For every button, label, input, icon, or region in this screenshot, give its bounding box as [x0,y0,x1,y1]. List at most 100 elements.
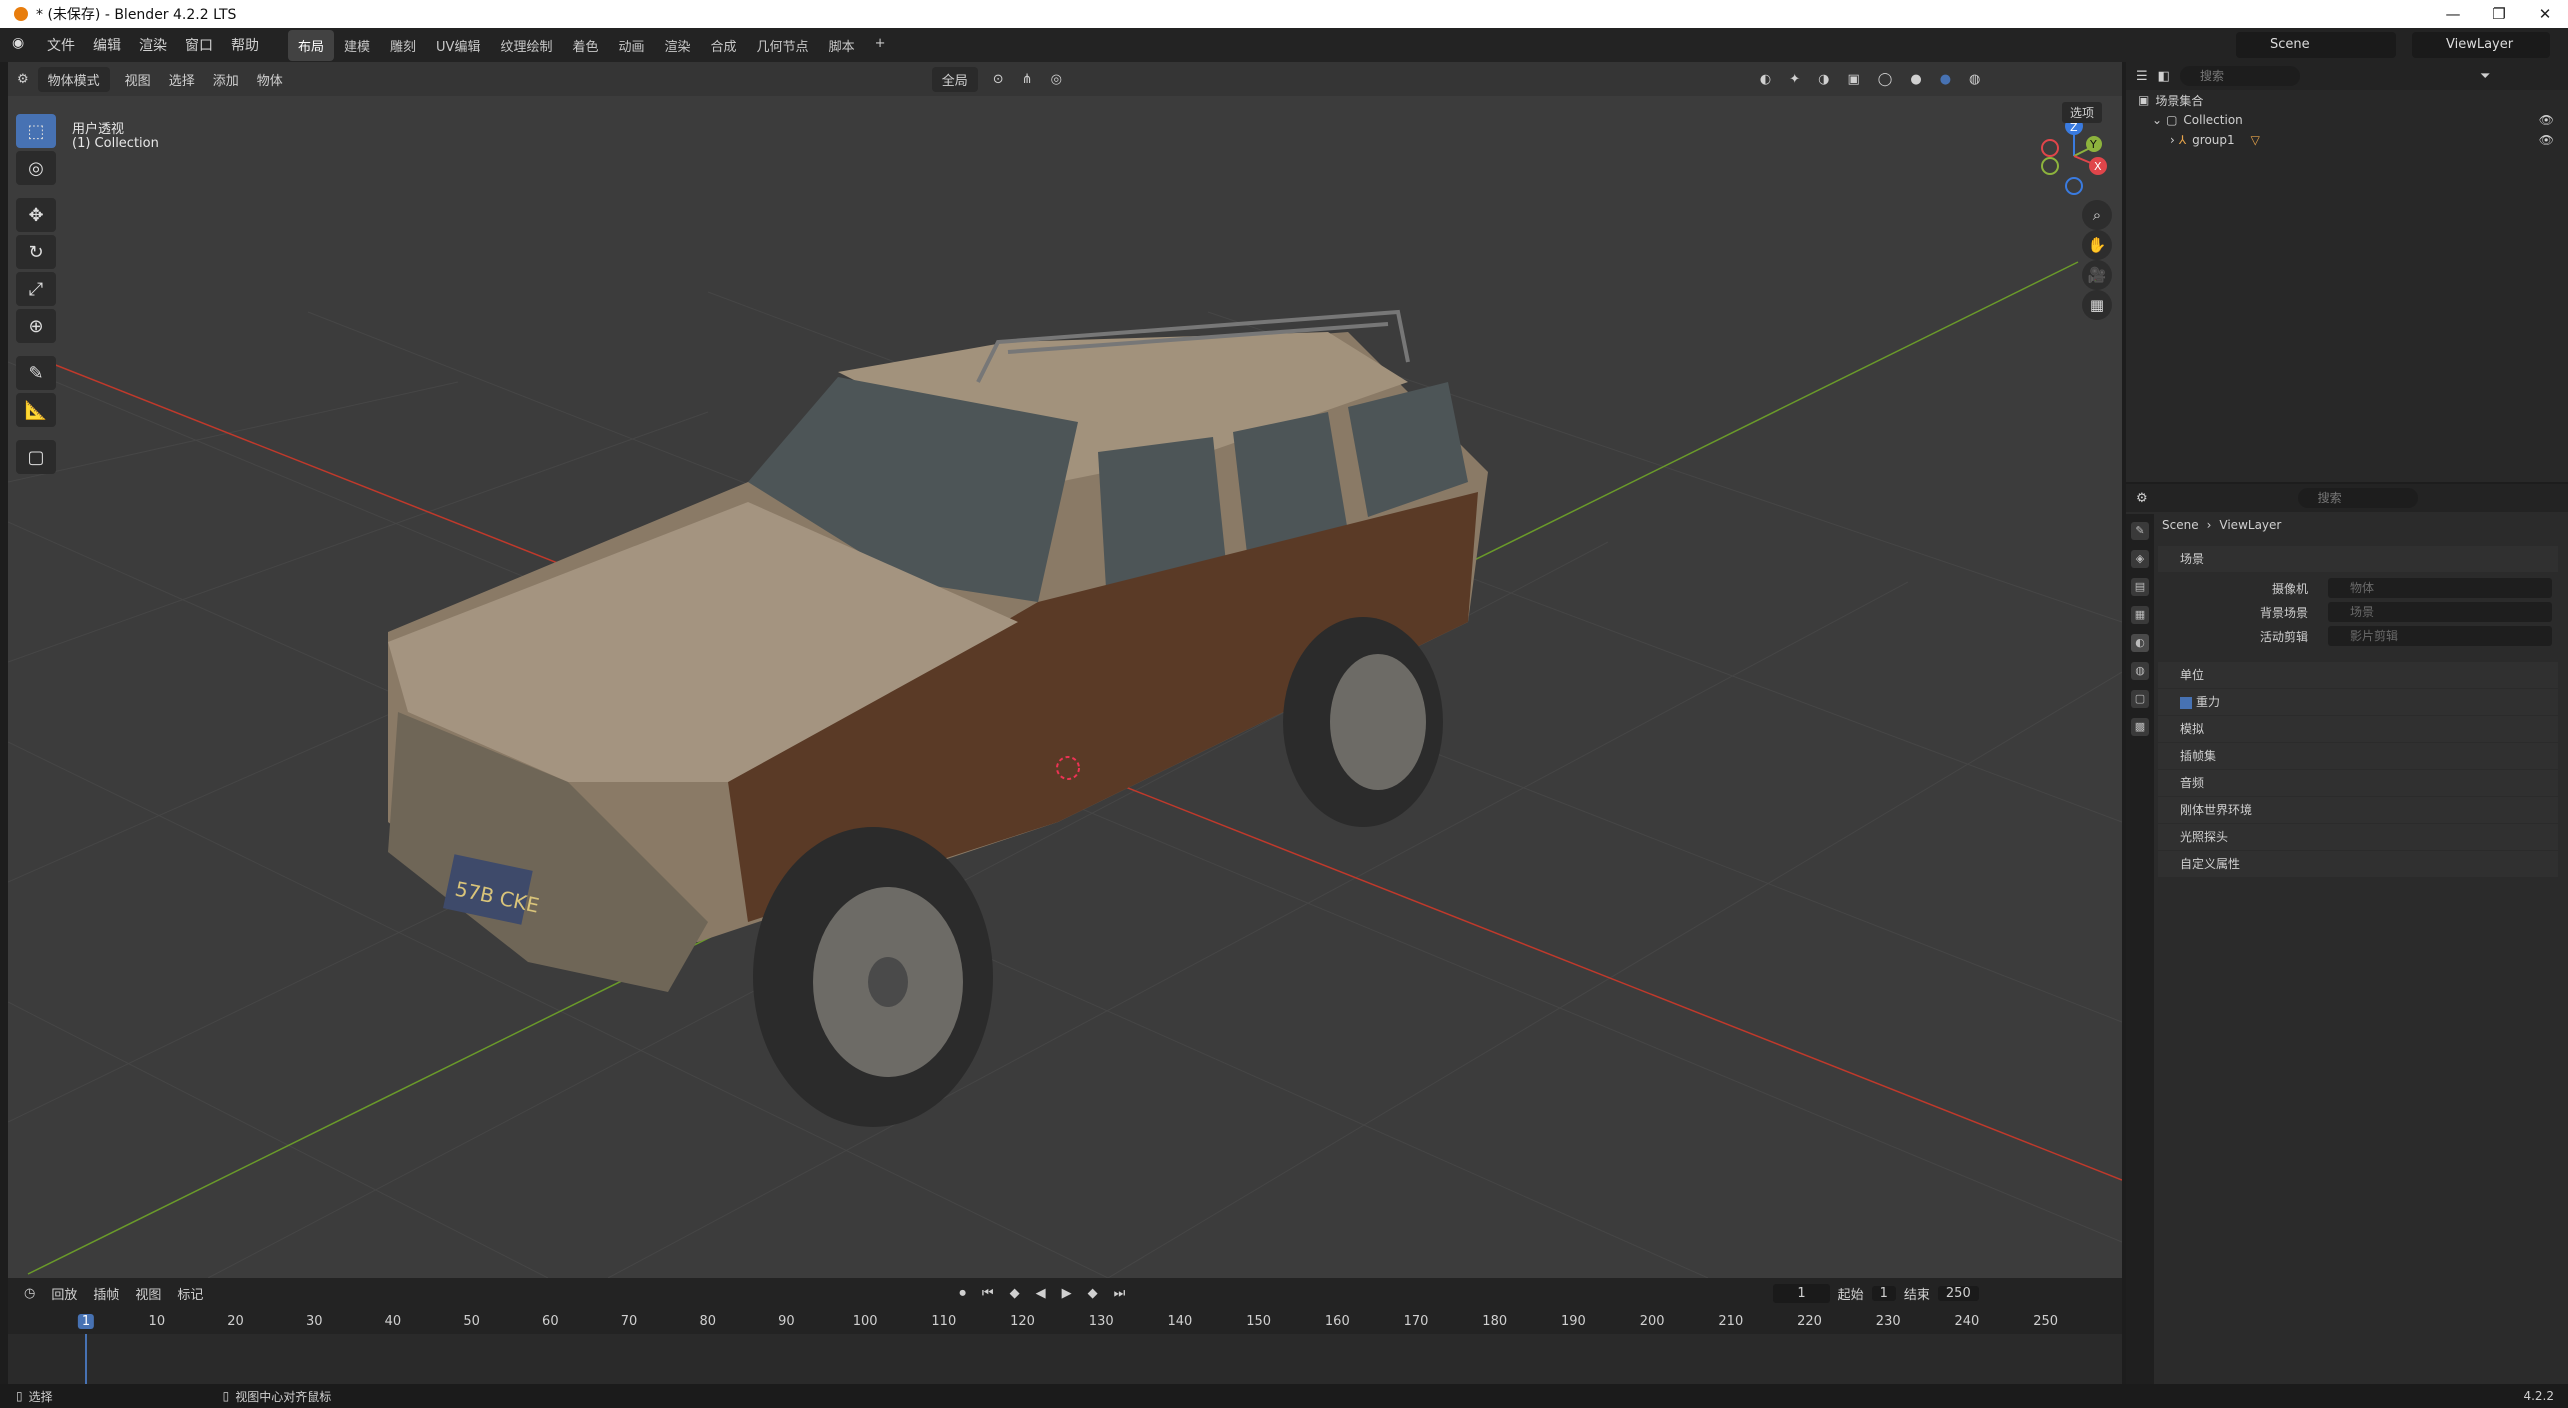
blender-menu-icon[interactable]: ◉ [12,35,38,55]
3d-viewport[interactable]: 57B CKE Z Y X ⚙ 物体模式 视图 选择 添加 物体 全局 ⊙ ⋔ … [8,62,2122,1278]
shading-solid-icon[interactable]: ● [1901,72,1930,87]
viewlayer-selector[interactable]: ViewLayer [2412,32,2550,58]
active-clip-field[interactable]: 影片剪辑 [2328,626,2552,646]
scene-selector[interactable]: Scene [2236,32,2396,58]
current-frame-field[interactable]: 1 [1773,1283,1830,1303]
navigation-gizmo[interactable]: Z Y X [2041,117,2107,195]
tab-geometry-nodes[interactable]: 几何节点 [747,30,819,61]
mode-selector[interactable]: 物体模式 [37,66,110,92]
tab-layout[interactable]: 布局 [288,29,335,61]
playhead-line[interactable] [85,1334,87,1388]
simulation-panel[interactable]: 模拟 [2158,716,2558,742]
scene-collection-row[interactable]: ▣ 场景集合 [2126,90,2568,110]
camera-field[interactable]: 物体 [2328,578,2552,598]
measure-tool-icon[interactable]: 📐 [16,393,56,427]
gravity-panel[interactable]: 重力 [2158,689,2558,715]
visibility-eye-icon[interactable]: 👁 [2539,113,2554,127]
perspective-toggle-icon[interactable]: ▦ [2082,290,2112,320]
xray-icon[interactable]: ▣ [1839,72,1869,87]
rotate-tool-icon[interactable]: ↻ [16,235,56,269]
select-box-icon[interactable]: ⬚ [16,114,56,148]
add-cube-tool-icon[interactable]: ▢ [16,440,56,474]
menu-edit[interactable]: 编辑 [84,35,130,55]
outliner-search-input[interactable]: 搜索 [2179,66,2300,86]
tab-compositing[interactable]: 合成 [701,30,747,61]
overlay-toggle-icon[interactable]: ◑ [1809,72,1838,87]
shading-rendered-icon[interactable]: ◍ [1960,72,1989,87]
viewport-menu-add[interactable]: 添加 [204,70,248,89]
tab-rendering[interactable]: 渲染 [655,30,701,61]
texture-tab-icon[interactable]: ▩ [2131,718,2149,736]
camera-view-icon[interactable]: 🎥 [2082,260,2112,290]
tab-sculpting[interactable]: 雕刻 [380,30,426,61]
object-visibility-eye-icon[interactable]: 👁 [2539,133,2554,147]
jump-start-icon[interactable]: ⏮ [974,1286,1002,1301]
tab-scripting[interactable]: 脚本 [819,30,865,61]
zoom-icon[interactable]: ⌕ [2082,200,2112,230]
timeline-menu-marker[interactable]: 标记 [169,1284,211,1303]
expand-chevron-icon[interactable]: ⌄ [2152,113,2162,127]
maximize-button[interactable]: ❐ [2476,0,2522,28]
menu-render[interactable]: 渲染 [130,35,176,55]
snap-icon[interactable]: ⋔ [1013,72,1042,87]
render-tab-icon[interactable]: ◈ [2131,550,2149,568]
scene-tab-icon[interactable]: ◐ [2131,634,2149,652]
shading-wireframe-icon[interactable]: ◯ [1869,72,1902,87]
timeline-menu-playback[interactable]: 回放 [43,1284,85,1303]
properties-search-input[interactable]: 搜索 [2297,488,2418,508]
timeline-editor-icon[interactable]: ◷ [16,1286,43,1301]
output-tab-icon[interactable]: ▤ [2131,578,2149,596]
viewport-menu-select[interactable]: 选择 [160,70,204,89]
play-reverse-icon[interactable]: ◀ [1028,1286,1054,1301]
tab-modeling[interactable]: 建模 [334,30,380,61]
play-icon[interactable]: ▶ [1054,1286,1080,1301]
frame-ruler[interactable]: 1 10 20 30 40 50 60 70 80 90 100 110 120 130 140 150 160… [8,1312,2122,1334]
properties-editor-icon[interactable]: ⚙ [2136,491,2148,506]
timeline-tracks[interactable] [8,1334,2122,1388]
tab-animation[interactable]: 动画 [609,30,655,61]
units-panel[interactable]: 单位 [2158,662,2558,688]
pivot-icon[interactable]: ⊙ [984,72,1013,87]
collection-tab-icon[interactable]: ▢ [2131,690,2149,708]
outliner-editor-icon[interactable]: ☰ [2136,69,2148,84]
light-probes-panel[interactable]: 光照探头 [2158,824,2558,850]
timeline-menu-keying[interactable]: 插帧 [85,1284,127,1303]
visibility-icon[interactable]: ◐ [1751,72,1780,87]
gravity-checkbox[interactable] [2180,696,2192,709]
filter-icon[interactable]: ⏷ [2480,69,2490,84]
menu-help[interactable]: 帮助 [222,35,268,55]
add-workspace-button[interactable]: + [865,30,896,61]
collapse-chevron-icon[interactable]: › [2170,133,2175,147]
viewport-menu-view[interactable]: 视图 [116,70,160,89]
tab-shading[interactable]: 着色 [562,30,608,61]
cursor-tool-icon[interactable]: ◎ [16,151,56,185]
tool-tab-icon[interactable]: ✎ [2131,522,2149,540]
start-frame-field[interactable]: 1 [1871,1285,1896,1301]
custom-properties-panel[interactable]: 自定义属性 [2158,851,2558,877]
tab-texture-paint[interactable]: 纹理绘制 [490,30,562,61]
keying-sets-panel[interactable]: 插帧集 [2158,743,2558,769]
scene-section-header[interactable]: 场景 [2158,546,2558,572]
menu-window[interactable]: 窗口 [176,35,222,55]
timeline-menu-view[interactable]: 视图 [127,1284,169,1303]
shading-material-icon[interactable]: ● [1931,72,1960,87]
jump-end-icon[interactable]: ⏭ [1106,1286,1134,1301]
world-tab-icon[interactable]: ◍ [2131,662,2149,680]
object-row[interactable]: › ⅄ group1 ▽ 👁 [2126,130,2568,150]
collection-row[interactable]: ⌄ ▢ Collection 👁 [2126,110,2568,130]
record-icon[interactable]: ⏺ [951,1286,974,1301]
editor-type-icon[interactable]: ⚙ [8,72,38,87]
scale-tool-icon[interactable]: ⤢ [16,272,56,306]
options-button[interactable]: 选项 [2061,102,2102,123]
viewport-menu-object[interactable]: 物体 [248,70,292,89]
minimize-button[interactable]: — [2430,0,2476,28]
tab-uv-editing[interactable]: UV编辑 [426,30,490,61]
next-key-icon[interactable]: ◆ [1080,1286,1106,1301]
menu-file[interactable]: 文件 [38,35,84,55]
gizmo-toggle-icon[interactable]: ✦ [1780,72,1809,87]
view-layer-tab-icon[interactable]: ▦ [2131,606,2149,624]
close-button[interactable]: ✕ [2522,0,2568,28]
proportional-edit-icon[interactable]: ◎ [1042,72,1071,87]
transform-tool-icon[interactable]: ⊕ [16,309,56,343]
transform-orientation[interactable]: 全局 [931,66,978,92]
